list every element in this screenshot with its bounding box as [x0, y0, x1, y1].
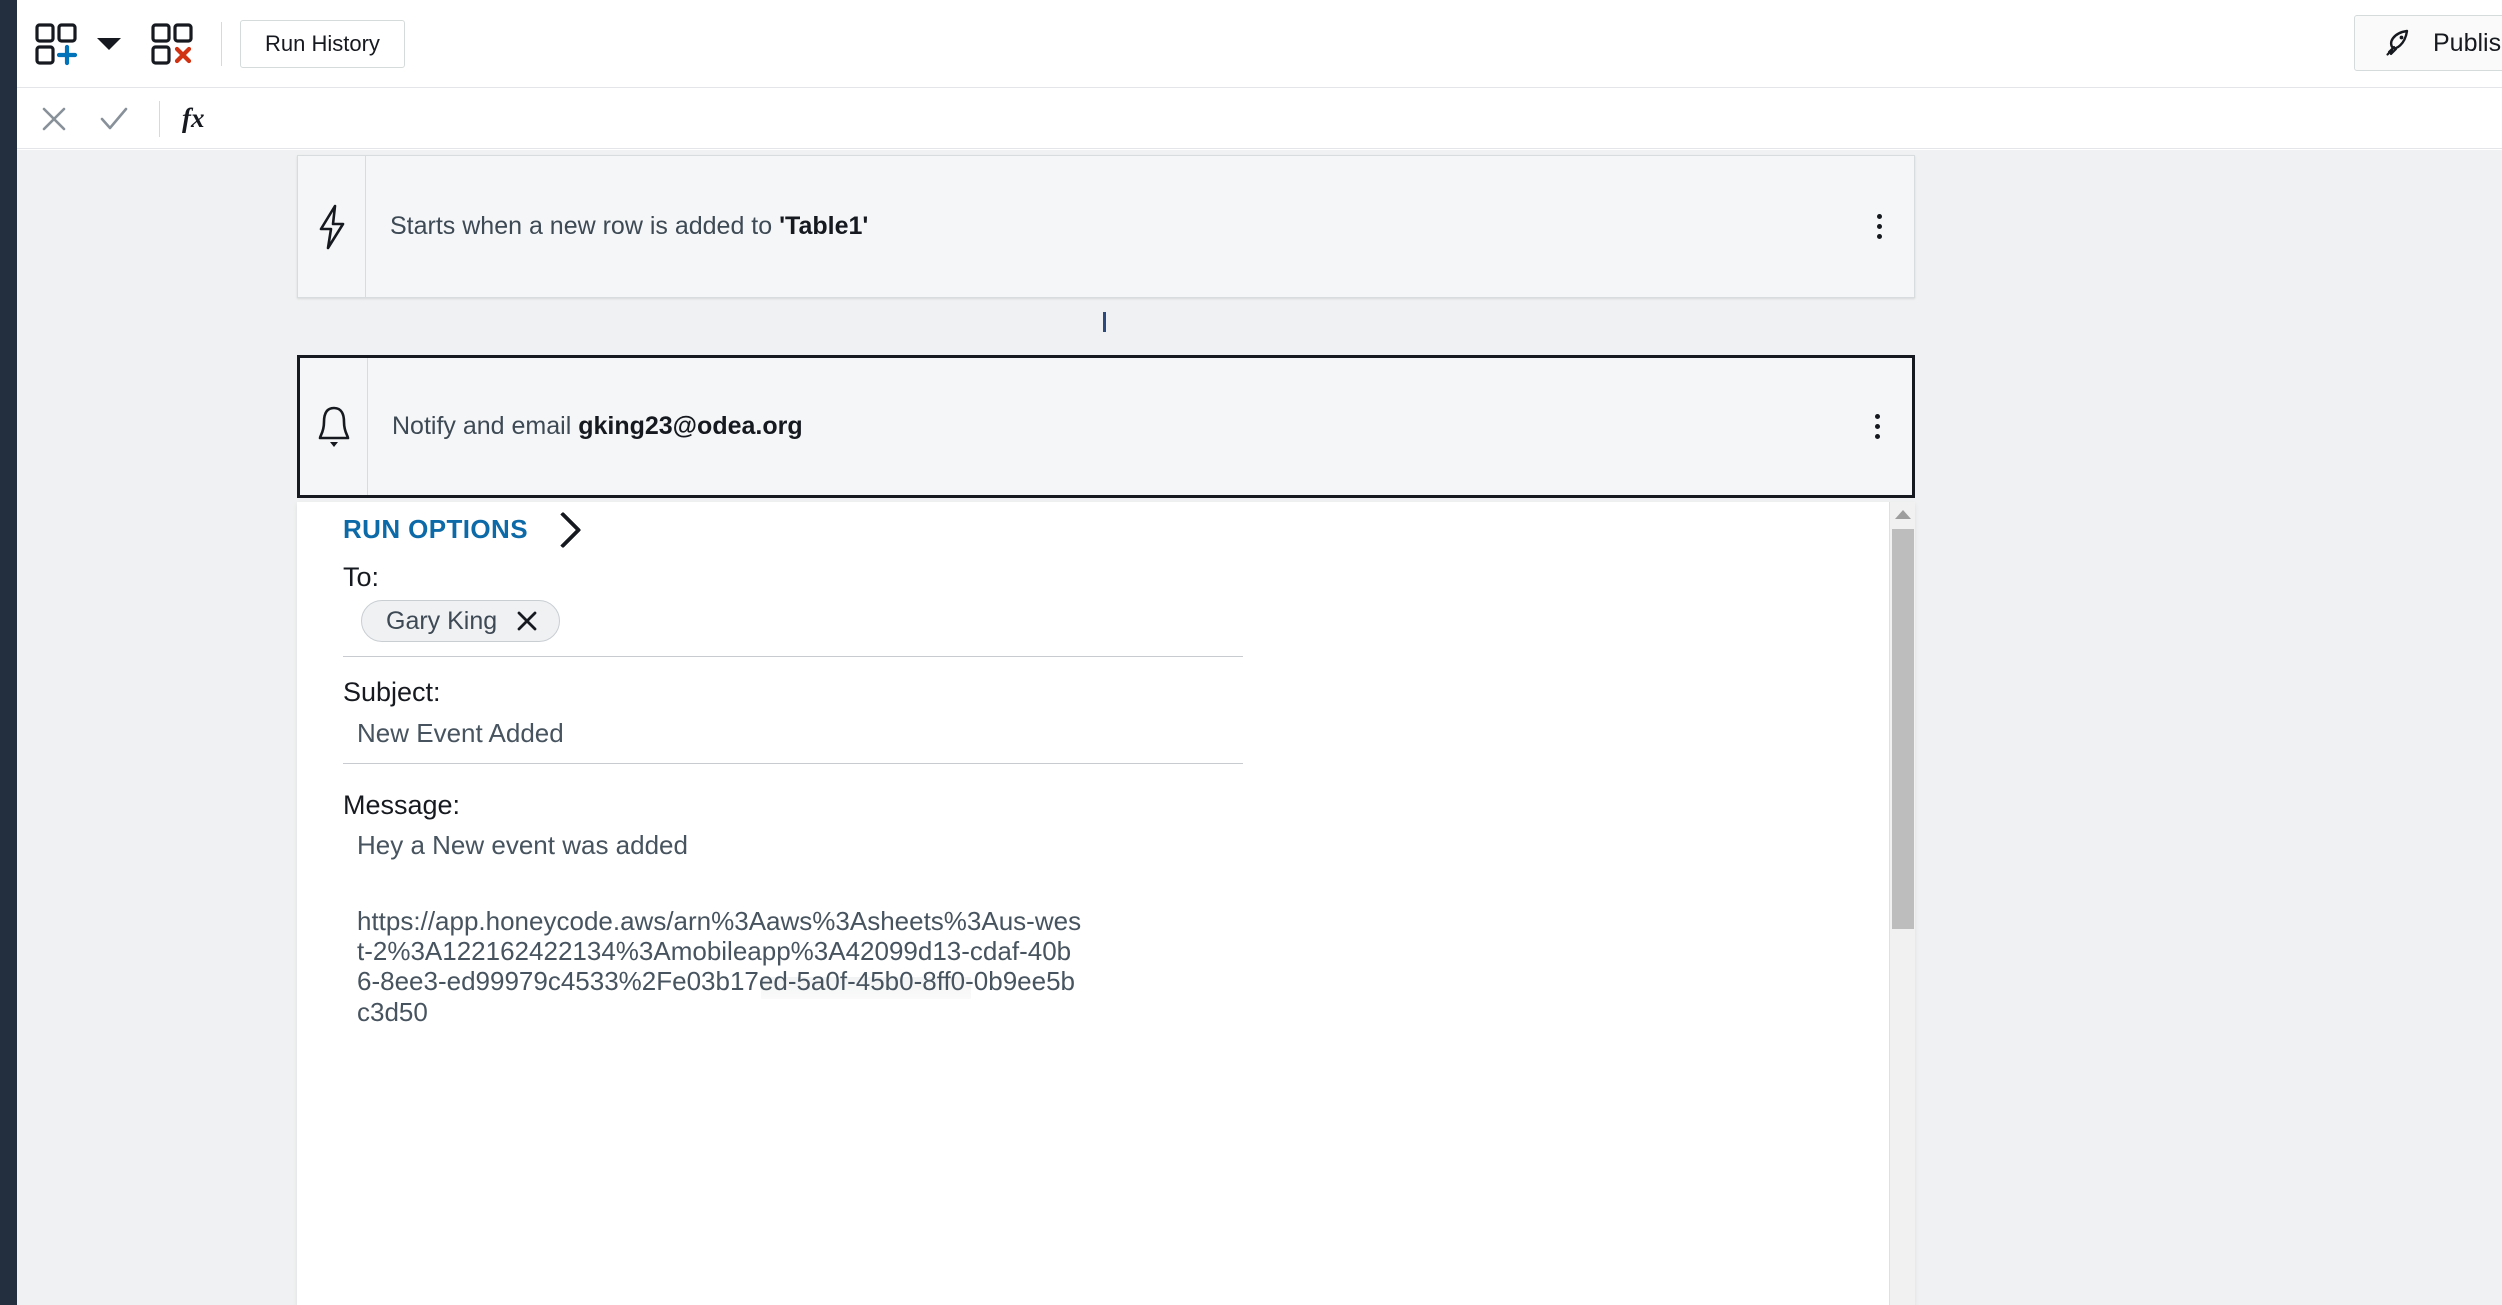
action-text-prefix: Notify and email [392, 412, 579, 440]
trigger-text-emphasis: 'Table1' [779, 212, 869, 240]
subject-value: New Event Added [357, 718, 564, 748]
run-history-button[interactable]: Run History [240, 19, 405, 68]
scrollbar-thumb[interactable] [1892, 529, 1914, 929]
chevron-right-icon [544, 511, 582, 548]
scroll-up-arrow-icon[interactable] [1890, 502, 1915, 527]
formula-bar: fx [17, 89, 2502, 149]
chevron-down-icon[interactable] [89, 22, 129, 66]
lightning-bolt-icon [298, 156, 366, 297]
action-details-panel: RUN OPTIONS To: Gary King Subject: New E… [297, 502, 1915, 1305]
formula-divider [159, 100, 160, 137]
message-url: https://app.honeycode.aws/arn%3Aaws%3Ash… [357, 906, 1082, 1027]
action-kebab-menu-icon[interactable] [1842, 358, 1912, 495]
check-icon[interactable] [91, 96, 137, 142]
trigger-description: Starts when a new row is added to 'Table… [390, 212, 868, 241]
publish-button[interactable]: Publish [2354, 15, 2502, 71]
trigger-card[interactable]: Starts when a new row is added to 'Table… [297, 155, 1915, 298]
publish-label: Publish [2433, 28, 2502, 57]
workflow-connector [1103, 312, 1106, 332]
action-card[interactable]: Notify and email gking23@odea.org [297, 355, 1915, 498]
message-field[interactable]: Hey a New event was added https://app.ho… [343, 830, 1083, 1027]
workflow-builder-app: Run History Publish fx [0, 0, 2502, 1305]
close-icon[interactable] [31, 96, 77, 142]
action-text-emphasis: gking23@odea.org [578, 412, 803, 440]
trigger-text-prefix: Starts when a new row is added to [390, 212, 780, 240]
top-toolbar: Run History Publish [17, 0, 2502, 88]
trigger-kebab-menu-icon[interactable] [1844, 156, 1914, 297]
toolbar-divider [221, 21, 222, 66]
subject-field[interactable]: New Event Added [343, 718, 1243, 764]
to-label: To: [343, 562, 380, 592]
add-grid-icon[interactable] [29, 17, 83, 71]
recipient-chip[interactable]: Gary King [361, 600, 561, 642]
action-description: Notify and email gking23@odea.org [392, 412, 803, 441]
run-options-toggle[interactable]: RUN OPTIONS [343, 511, 582, 548]
to-field[interactable]: Gary King [343, 600, 1243, 657]
rocket-icon [2381, 26, 2415, 60]
action-card-body: Notify and email gking23@odea.org [368, 358, 1842, 495]
fx-label: fx [182, 103, 205, 133]
run-options-label: RUN OPTIONS [343, 514, 528, 544]
message-text: Hey a New event was added [357, 830, 688, 860]
bell-icon [300, 358, 368, 495]
recipient-name: Gary King [386, 606, 498, 635]
delete-grid-icon[interactable] [145, 17, 199, 71]
message-label: Message: [343, 790, 461, 820]
details-scrollbar[interactable] [1889, 502, 1915, 1305]
workflow-canvas: Starts when a new row is added to 'Table… [17, 150, 2502, 1305]
subject-label: Subject: [343, 677, 441, 707]
trigger-card-body: Starts when a new row is added to 'Table… [366, 156, 1844, 297]
left-nav-rail [0, 0, 17, 1305]
remove-recipient-close-icon[interactable] [515, 609, 539, 633]
